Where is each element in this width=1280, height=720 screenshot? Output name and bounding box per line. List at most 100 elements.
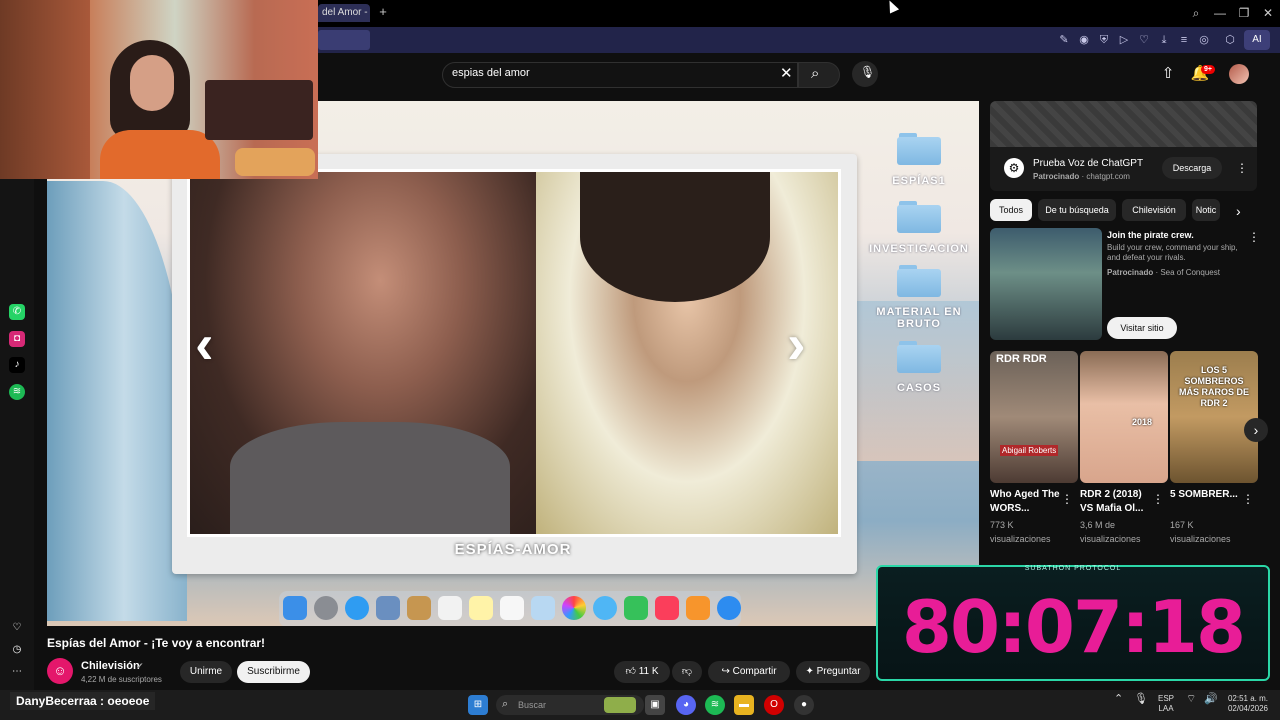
chip-from-search[interactable]: De tu búsqueda (1038, 199, 1116, 221)
facetime-icon (624, 596, 648, 620)
download-icon[interactable]: ⤓ (1156, 31, 1172, 49)
shield-icon[interactable]: ⛨ (1096, 31, 1112, 49)
tray-chevron-icon[interactable]: ⌃ (1114, 694, 1123, 705)
clock[interactable]: 02:51 a. m. 02/04/2026 (1222, 694, 1268, 714)
chip-channel[interactable]: Chilevisión (1122, 199, 1186, 221)
task-view-icon[interactable]: ▣ (645, 695, 665, 715)
maximize-button[interactable]: ❐ (1234, 4, 1254, 22)
profile-icon[interactable]: ◎ (1196, 31, 1212, 49)
subscribe-button[interactable]: Suscribirme (237, 661, 310, 683)
extension-icon[interactable]: ⬡ (1222, 31, 1238, 49)
spotify-icon[interactable]: ≋ (705, 695, 725, 715)
language-indicator[interactable]: ESP LAA (1158, 694, 1174, 714)
books-icon (686, 596, 710, 620)
file-explorer-icon[interactable]: ▬ (734, 695, 754, 715)
more-options-icon[interactable]: ⋮ (1061, 492, 1073, 506)
more-options-icon[interactable]: ⋮ (1248, 230, 1260, 244)
folder-label: INVESTIGACION (869, 243, 969, 255)
thumb-text: RDR RDR (996, 353, 1047, 365)
search-button[interactable]: ⌕ (798, 62, 840, 88)
whatsapp-icon[interactable]: ✆ (9, 304, 25, 320)
heart-icon[interactable]: ♡ (1136, 31, 1152, 49)
camera-icon[interactable]: ◉ (1076, 31, 1092, 49)
clear-search-icon[interactable]: ✕ (780, 64, 793, 82)
ad-banner (990, 101, 1257, 147)
new-tab-button[interactable]: + (376, 5, 390, 19)
volume-icon[interactable]: 🔊 (1204, 694, 1218, 705)
more-options-icon[interactable]: ⋮ (1242, 492, 1254, 506)
voice-search-button[interactable]: 🎙 (852, 61, 878, 87)
search-highlight-icon (604, 697, 636, 713)
minimize-button[interactable]: — (1210, 4, 1230, 22)
search-icon[interactable]: ⌕ (1186, 4, 1206, 22)
share-button[interactable]: ↪ Compartir (708, 661, 790, 683)
related-views-label: visualizaciones (990, 534, 1051, 544)
video-thumbnail[interactable]: RDR RDR Abigail Roberts (990, 351, 1078, 483)
like-button[interactable]: 👍︎ 11 K (614, 661, 670, 683)
account-avatar[interactable] (1229, 64, 1249, 84)
webcam-overlay (0, 0, 318, 179)
photo-right-hair (580, 172, 770, 302)
chevron-right-icon[interactable]: › (1236, 203, 1241, 219)
related-title[interactable]: Who Aged The WORS... (990, 488, 1062, 516)
tiktok-icon[interactable]: ♪ (9, 357, 25, 373)
edit-icon[interactable]: ✎ (1056, 31, 1072, 49)
chip-news[interactable]: Notic (1192, 199, 1220, 221)
join-button[interactable]: Unirme (180, 661, 232, 683)
history-icon[interactable]: ◷ (9, 642, 25, 658)
close-window-button[interactable]: ✕ (1258, 4, 1278, 22)
music-icon (655, 596, 679, 620)
channel-name[interactable]: Chilevisión (81, 660, 140, 672)
upload-icon[interactable]: ⇧ (1158, 64, 1178, 84)
instagram-icon[interactable]: ◘ (9, 331, 25, 347)
menu-icon[interactable]: ≡ (1176, 31, 1192, 49)
ad2-title[interactable]: Join the pirate crew. (1107, 230, 1194, 240)
ad2-advertiser: Sea of Conquest (1160, 268, 1220, 277)
discord-icon[interactable]: ◕ (676, 695, 696, 715)
more-options-icon[interactable]: ⋮ (1152, 492, 1164, 506)
chat-message-overlay: DanyBecerraa : oeoeoe (10, 692, 156, 710)
related-title[interactable]: 5 SOMBRER... (1170, 488, 1242, 502)
ask-label: Preguntar (816, 666, 861, 677)
play-icon[interactable]: ▷ (1116, 31, 1132, 49)
visit-site-button[interactable]: Visitar sitio (1107, 317, 1177, 339)
webcam-pillow (235, 148, 315, 176)
search-query[interactable]: espias del amor (452, 67, 530, 79)
folder-label: MATERIAL EN BRUTO (876, 306, 962, 330)
ad-thumbnail[interactable] (990, 228, 1102, 340)
windows-start-icon[interactable]: ⊞ (468, 695, 488, 715)
chip-all[interactable]: Todos (990, 199, 1032, 221)
folder-icon (897, 263, 941, 297)
dislike-button[interactable]: 👎︎ (672, 661, 702, 683)
more-icon[interactable]: ⋯ (9, 664, 25, 680)
related-views-label: visualizaciones (1080, 534, 1141, 544)
mic-icon[interactable]: 🎙 (1134, 694, 1148, 705)
ai-button[interactable]: AI (1244, 30, 1270, 50)
wifi-icon[interactable]: ⌔ (1186, 694, 1196, 705)
prev-arrow-icon[interactable]: ‹ (195, 311, 214, 376)
launchpad-icon (314, 596, 338, 620)
ad-title[interactable]: Prueba Voz de ChatGPT (1033, 158, 1143, 169)
like-icon: 👍︎ (625, 666, 636, 677)
carousel-next-button[interactable]: › (1244, 418, 1268, 442)
taskbar-search[interactable]: ⌕ Buscar (496, 695, 644, 715)
next-arrow-icon[interactable]: › (787, 311, 806, 376)
related-title[interactable]: RDR 2 (2018) VS Mafia Ol... (1080, 488, 1152, 516)
opera-icon[interactable]: O (764, 695, 784, 715)
video-thumbnail[interactable]: LOS 5 SOMBREROS MÁS RAROS DE RDR 2 (1170, 351, 1258, 483)
heart-icon[interactable]: ♡ (9, 620, 25, 636)
video-thumbnail[interactable]: 2018 (1080, 351, 1168, 483)
folder-icon (897, 131, 941, 165)
subathon-timer: SUBATHON PROTOCOL 80:07:18 (876, 565, 1270, 681)
video-player[interactable]: ‹ › ESPÍAS-AMOR ESPÍAS1 INVESTIGACION MA… (47, 101, 979, 626)
address-bar[interactable] (318, 30, 370, 50)
spotify-icon[interactable]: ≋ (9, 384, 25, 400)
browser-tab[interactable]: del Amor - ¡Te (318, 4, 370, 22)
notifications-badge: 9+ (1201, 65, 1215, 74)
photos-icon (562, 596, 586, 620)
more-options-icon[interactable]: ⋮ (1236, 161, 1248, 175)
app-icon[interactable]: ● (794, 695, 814, 715)
download-button[interactable]: Descarga (1162, 157, 1222, 179)
channel-avatar[interactable]: ☺ (47, 658, 73, 684)
ask-button[interactable]: ✦ Preguntar (796, 661, 870, 683)
